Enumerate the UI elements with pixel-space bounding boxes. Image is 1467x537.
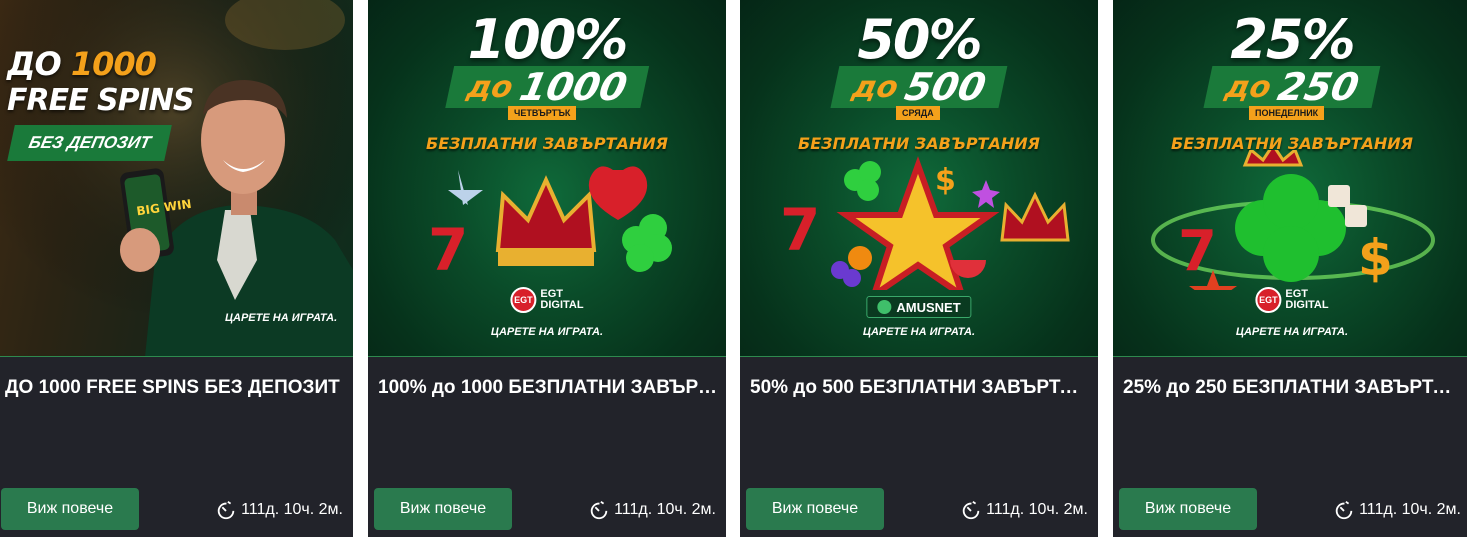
promo-card-4[interactable]: 25% до 250 ПОНЕДЕЛНИК БЕЗПЛАТНИ ЗАВЪРТАНИ… — [1113, 0, 1467, 537]
bonus-amount-box: до 1000 — [445, 65, 649, 109]
star-slot-art: 7 $ — [780, 156, 1070, 290]
promo-title[interactable]: 50% до 500 БЕЗПЛАТНИ ЗАВЪРТАНИЯ — [750, 377, 1090, 399]
promo-title[interactable]: 100% до 1000 БЕЗПЛАТНИ ЗАВЪРТАНИЯ — [378, 377, 718, 399]
egt-icon: EGT — [510, 287, 537, 313]
day-tag: ЧЕТВЪРТЪК — [508, 106, 577, 120]
promo-banner-2[interactable]: 100% до 1000 ЧЕТВЪРТЪК БЕЗПЛАТНИ ЗАВЪРТАН… — [368, 0, 726, 357]
promo-title[interactable]: 25% до 250 БЕЗПЛАТНИ ЗАВЪРТАНИЯ — [1123, 377, 1463, 399]
view-more-button[interactable]: Виж повече — [746, 488, 884, 530]
timer-icon — [217, 500, 235, 520]
svg-text:$: $ — [935, 163, 956, 198]
tagline: ЦАРЕТЕ НА ИГРАТА. — [862, 326, 976, 338]
bonus-amount-box: до 250 — [1203, 65, 1381, 109]
bonus-percent: 50% — [857, 8, 982, 71]
promo-info-1: ДО 1000 FREE SPINS БЕЗ ДЕПОЗИТ Виж повеч… — [0, 357, 353, 537]
clover-slot-art: 7 $ — [1151, 150, 1435, 290]
timer-icon — [590, 500, 608, 520]
view-more-button[interactable]: Виж повече — [1119, 488, 1257, 530]
tagline: ЦАРЕТЕ НА ИГРАТА. — [1235, 326, 1349, 338]
countdown-timer: 111д. 10ч. 2м. — [588, 499, 716, 521]
promo-card-1[interactable]: BIG WIN ДО 1000 FREE SPINS БЕЗ ДЕПОЗИТ Ц… — [0, 0, 353, 537]
promo-info-2: 100% до 1000 БЕЗПЛАТНИ ЗАВЪРТАНИЯ Виж по… — [368, 357, 726, 537]
time-left-text: 111д. 10ч. 2м. — [1359, 501, 1461, 518]
amusnet-icon — [877, 300, 892, 314]
tagline: ЦАРЕТЕ НА ИГРАТА. — [490, 326, 604, 338]
countdown-timer: 111д. 10ч. 2м. — [960, 499, 1088, 521]
promo-card-3[interactable]: 50% до 500 СРЯДА БЕЗПЛАТНИ ЗАВЪРТАНИЯ 7 $… — [740, 0, 1098, 537]
day-tag: СРЯДА — [896, 106, 940, 120]
promo-banner-3[interactable]: 50% до 500 СРЯДА БЕЗПЛАТНИ ЗАВЪРТАНИЯ 7 $… — [740, 0, 1098, 357]
time-left-text: 111д. 10ч. 2м. — [241, 501, 343, 518]
svg-text:$: $ — [1358, 229, 1393, 287]
svg-text:7: 7 — [1178, 219, 1217, 284]
bonus-percent: 100% — [467, 8, 629, 71]
egt-digital-logo: EGT EGT DIGITAL — [510, 287, 584, 313]
view-more-button[interactable]: Виж повече — [374, 488, 512, 530]
time-left-text: 111д. 10ч. 2м. — [986, 501, 1088, 518]
egt-icon: EGT — [1255, 287, 1282, 313]
countdown-timer: 111д. 10ч. 2м. — [1333, 499, 1461, 521]
promo-info-4: 25% до 250 БЕЗПЛАТНИ ЗАВЪРТАНИЯ Виж пове… — [1113, 357, 1467, 537]
bonus-amount-box: до 500 — [830, 65, 1008, 109]
promo-title[interactable]: ДО 1000 FREE SPINS БЕЗ ДЕПОЗИТ — [5, 377, 345, 399]
time-left-text: 111д. 10ч. 2м. — [614, 501, 716, 518]
svg-text:7: 7 — [428, 216, 468, 284]
promo-banner-4[interactable]: 25% до 250 ПОНЕДЕЛНИК БЕЗПЛАТНИ ЗАВЪРТАНИ… — [1113, 0, 1467, 357]
timer-icon — [962, 500, 980, 520]
no-deposit-tag: БЕЗ ДЕПОЗИТ — [7, 125, 173, 161]
bonus-percent: 25% — [1230, 8, 1355, 71]
view-more-button[interactable]: Виж повече — [1, 488, 139, 530]
amusnet-logo: AMUSNET — [866, 296, 972, 318]
svg-text:7: 7 — [780, 196, 820, 264]
promo-info-3: 50% до 500 БЕЗПЛАТНИ ЗАВЪРТАНИЯ Виж пове… — [740, 357, 1098, 537]
timer-icon — [1335, 500, 1353, 520]
crown-slot-art: 7 — [428, 166, 672, 284]
egt-digital-logo: EGT EGT DIGITAL — [1255, 287, 1329, 313]
hero-headline-line1: ДО 1000 — [7, 45, 157, 83]
promo-card-2[interactable]: 100% до 1000 ЧЕТВЪРТЪК БЕЗПЛАТНИ ЗАВЪРТАН… — [368, 0, 726, 537]
countdown-timer: 111д. 10ч. 2м. — [215, 499, 343, 521]
promo-banner-1[interactable]: BIG WIN ДО 1000 FREE SPINS БЕЗ ДЕПОЗИТ Ц… — [0, 0, 353, 357]
day-tag: ПОНЕДЕЛНИК — [1249, 106, 1325, 120]
hero-headline-line2: FREE SPINS — [7, 83, 194, 118]
tagline: ЦАРЕТЕ НА ИГРАТА. — [225, 312, 338, 324]
